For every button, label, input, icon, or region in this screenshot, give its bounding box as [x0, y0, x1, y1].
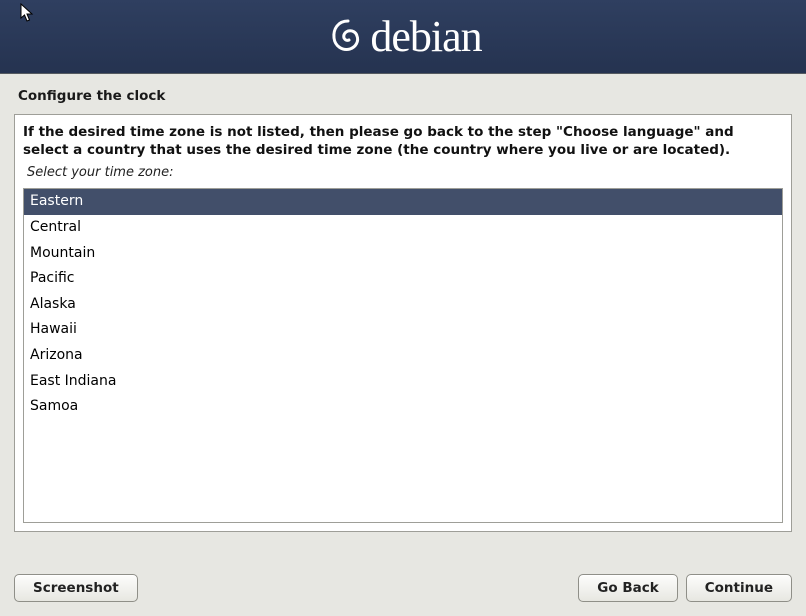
continue-button[interactable]: Continue: [686, 574, 792, 602]
debian-logo: debian: [324, 11, 481, 62]
installer-header: debian: [0, 0, 806, 74]
timezone-option[interactable]: Hawaii: [24, 317, 782, 343]
main-panel: If the desired time zone is not listed, …: [14, 114, 792, 532]
debian-wordmark: debian: [370, 11, 481, 62]
timezone-option[interactable]: Samoa: [24, 394, 782, 420]
timezone-option[interactable]: Arizona: [24, 343, 782, 369]
debian-swirl-icon: [324, 13, 366, 61]
timezone-option[interactable]: Pacific: [24, 266, 782, 292]
button-row: Screenshot Go Back Continue: [14, 574, 792, 602]
timezone-option[interactable]: Alaska: [24, 292, 782, 318]
timezone-listbox[interactable]: EasternCentralMountainPacificAlaskaHawai…: [23, 188, 783, 523]
go-back-button[interactable]: Go Back: [578, 574, 677, 602]
timezone-option[interactable]: Mountain: [24, 241, 782, 267]
instruction-text: If the desired time zone is not listed, …: [15, 115, 791, 163]
select-timezone-label: Select your time zone:: [15, 163, 791, 186]
screenshot-button[interactable]: Screenshot: [14, 574, 138, 602]
timezone-option[interactable]: Central: [24, 215, 782, 241]
timezone-option[interactable]: Eastern: [24, 189, 782, 215]
page-title: Configure the clock: [0, 74, 806, 114]
timezone-option[interactable]: East Indiana: [24, 369, 782, 395]
